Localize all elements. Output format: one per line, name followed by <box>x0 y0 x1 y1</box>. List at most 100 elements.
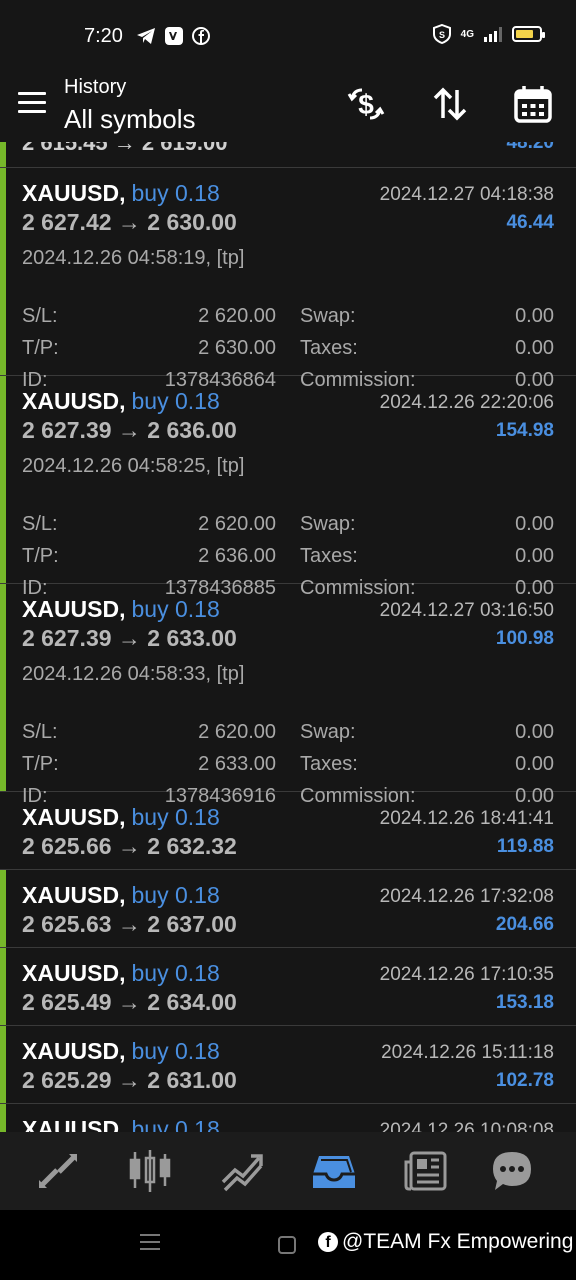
watermark-text: @TEAM Fx Empowering <box>342 1230 574 1253</box>
close-time: 2024.12.26 17:10:35 <box>379 964 554 985</box>
trade-direction: buy 0.18 <box>131 1116 220 1132</box>
taxes-label: Taxes: <box>300 337 358 359</box>
sl-value: 2 620.00 <box>198 305 276 327</box>
trade-symbol: XAUUSD, buy 0.18 <box>22 804 220 830</box>
home-icon[interactable] <box>278 1236 296 1254</box>
history-icon[interactable] <box>311 1148 357 1194</box>
close-time: 2024.12.26 15:11:18 <box>381 1042 554 1063</box>
taxes-value: 0.00 <box>515 337 554 359</box>
trade-profit: 154.98 <box>495 420 554 441</box>
tp-marker <box>0 1104 6 1132</box>
recent-apps-icon[interactable] <box>140 1234 160 1254</box>
trade-symbol: XAUUSD, buy 0.18 <box>22 960 220 986</box>
system-status: S 4G <box>432 24 545 44</box>
trade-prices: 2 625.29 → 2 631.00 <box>22 1067 237 1093</box>
tp-marker <box>0 584 6 791</box>
trade-icon[interactable] <box>219 1148 265 1194</box>
close-time: 2024.12.26 17:32:08 <box>379 886 554 907</box>
sl-value: 2 620.00 <box>198 721 276 743</box>
bottom-navigation <box>0 1132 576 1210</box>
trade-direction: buy 0.18 <box>131 180 220 206</box>
app-header: History All symbols $ <box>0 72 576 142</box>
open-time: 2024.12.26 04:58:25, [tp] <box>22 455 245 477</box>
hamburger-menu-icon[interactable] <box>18 92 46 114</box>
sl-label: S/L: <box>22 305 58 327</box>
trade-symbol: XAUUSD, buy 0.18 <box>22 1038 220 1064</box>
facebook-logo-icon: f <box>318 1232 338 1252</box>
shield-icon: S <box>432 24 451 44</box>
facebook-icon <box>192 27 210 45</box>
tp-label: T/P: <box>22 545 59 567</box>
symbol-filter[interactable]: All symbols <box>64 104 195 135</box>
svg-text:S: S <box>439 30 445 40</box>
tp-value: 2 636.00 <box>198 545 276 567</box>
news-icon[interactable] <box>403 1148 449 1194</box>
trade-profit: 204.66 <box>495 914 554 935</box>
trade-direction: buy 0.18 <box>131 388 220 414</box>
list-item[interactable]: XAUUSD, buy 0.18 2024.12.26 17:10:35 2 62… <box>0 948 576 1026</box>
tp-marker <box>0 168 6 375</box>
notification-icons <box>136 26 210 46</box>
network-type: 4G <box>460 28 474 40</box>
close-time: 2024.12.26 10:08:08 <box>379 1120 554 1132</box>
tp-value: 2 633.00 <box>198 753 276 775</box>
list-item[interactable]: XAUUSD, buy 0.18 2024.12.26 17:32:08 2 62… <box>0 870 576 948</box>
close-time: 2024.12.26 22:20:06 <box>379 392 554 413</box>
list-item[interactable]: XAUUSD, buy 0.18 2024.12.26 18:41:41 2 62… <box>0 792 576 870</box>
trade-profit: 46.44 <box>506 212 554 233</box>
battery-icon <box>512 26 545 42</box>
trade-prices: 2 627.42 → 2 630.00 <box>22 209 237 235</box>
trade-symbol: XAUUSD, buy 0.18 <box>22 388 220 414</box>
list-item-partial-top[interactable]: 2 615.45 → 2 619.00 48.20 <box>0 142 576 168</box>
trade-prices: 2 625.49 → 2 634.00 <box>22 989 237 1015</box>
trade-direction: buy 0.18 <box>131 882 220 908</box>
trade-prices: 2 627.39 → 2 633.00 <box>22 625 237 651</box>
tp-label: T/P: <box>22 337 59 359</box>
swap-value: 0.00 <box>515 305 554 327</box>
chart-icon[interactable] <box>127 1148 173 1194</box>
tp-label: T/P: <box>22 753 59 775</box>
tp-marker <box>0 142 6 167</box>
trade-symbol: XAUUSD, buy 0.18 <box>22 180 220 206</box>
list-item[interactable]: XAUUSD, buy 0.18 2024.12.27 04:18:38 2 62… <box>0 168 576 391</box>
tp-value: 2 630.00 <box>198 337 276 359</box>
messages-icon[interactable] <box>489 1148 535 1194</box>
currency-exchange-icon[interactable]: $ <box>346 84 386 124</box>
trade-prices: 2 627.39 → 2 636.00 <box>22 417 237 443</box>
list-item[interactable]: XAUUSD, buy 0.18 2024.12.26 22:20:06 2 62… <box>0 376 576 599</box>
swap-value: 0.00 <box>515 513 554 535</box>
trade-profit: 102.78 <box>495 1070 554 1091</box>
trade-profit: 153.18 <box>495 992 554 1013</box>
calendar-icon[interactable] <box>513 84 553 124</box>
taxes-value: 0.00 <box>515 545 554 567</box>
sort-icon[interactable] <box>430 84 470 124</box>
trade-direction: buy 0.18 <box>131 804 220 830</box>
list-item[interactable]: XAUUSD, buy 0.18 2024.12.27 03:16:50 2 62… <box>0 584 576 807</box>
sl-label: S/L: <box>22 721 58 743</box>
trade-symbol: XAUUSD, buy 0.18 <box>22 596 220 622</box>
trade-prices: 2 625.63 → 2 637.00 <box>22 911 237 937</box>
trade-profit: 48.20 <box>506 142 554 153</box>
list-item-partial-bottom[interactable]: XAUUSD, buy 0.18 2024.12.26 10:08:08 <box>0 1104 576 1132</box>
trade-prices: 2 615.45 → 2 619.00 <box>22 142 228 155</box>
trade-direction: buy 0.18 <box>131 596 220 622</box>
watermark: f @TEAM Fx Empowering <box>318 1230 573 1254</box>
swap-label: Swap: <box>300 721 356 743</box>
sl-value: 2 620.00 <box>198 513 276 535</box>
list-item[interactable]: XAUUSD, buy 0.18 2024.12.26 15:11:18 2 62… <box>0 1026 576 1104</box>
history-list[interactable]: 2 615.45 → 2 619.00 48.20 XAUUSD, buy 0.1… <box>0 142 576 1132</box>
sl-label: S/L: <box>22 513 58 535</box>
tp-marker <box>0 376 6 583</box>
status-time: 7:20 <box>84 25 123 47</box>
svg-text:$: $ <box>358 89 374 120</box>
open-time: 2024.12.26 04:58:19, [tp] <box>22 247 245 269</box>
vk-icon <box>165 27 183 45</box>
tp-marker <box>0 948 6 1025</box>
close-time: 2024.12.26 18:41:41 <box>379 808 554 829</box>
swap-label: Swap: <box>300 305 356 327</box>
signal-icon <box>484 26 502 42</box>
open-time: 2024.12.26 04:58:33, [tp] <box>22 663 245 685</box>
tp-marker <box>0 870 6 947</box>
status-bar: 7:20 S 4G <box>0 0 576 72</box>
quotes-icon[interactable] <box>35 1148 81 1194</box>
